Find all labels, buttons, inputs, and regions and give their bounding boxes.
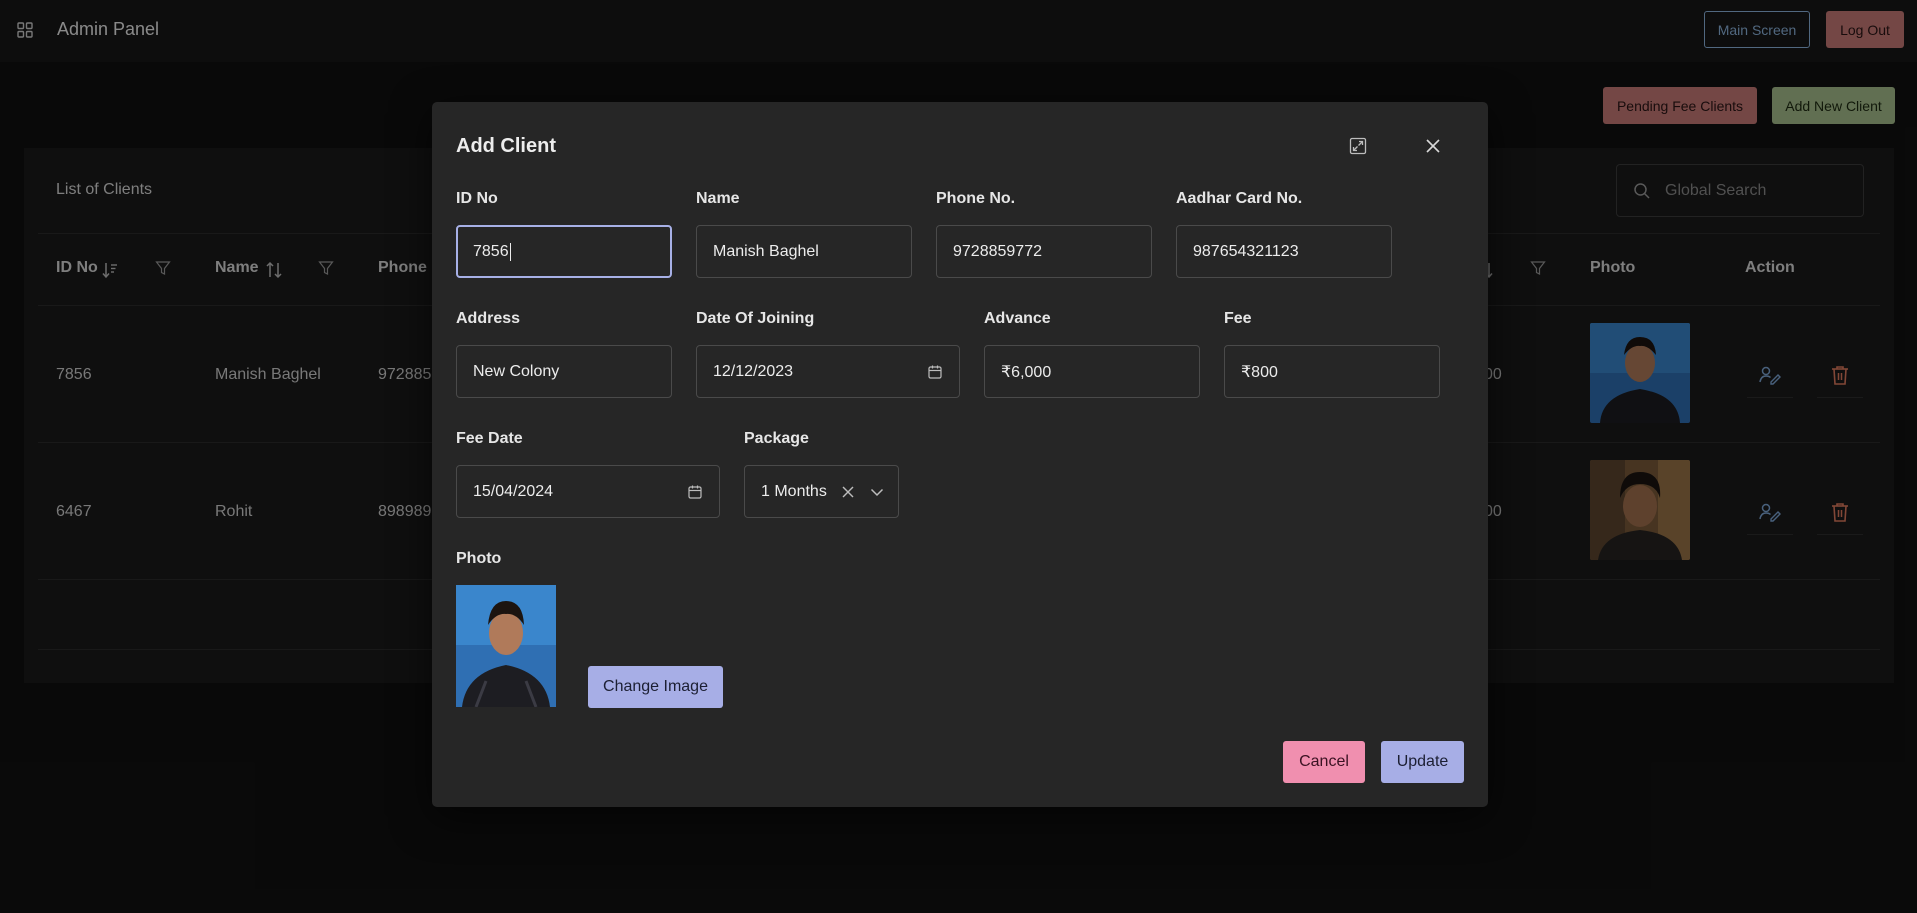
fee-input[interactable]: ₹800 <box>1224 345 1440 398</box>
calendar-icon[interactable] <box>687 484 703 500</box>
text-caret <box>509 242 511 261</box>
fee-date-input[interactable]: 15/04/2024 <box>456 465 720 518</box>
package-label: Package <box>744 430 809 447</box>
id-input[interactable]: 7856 <box>456 225 672 278</box>
fee-date-label: Fee Date <box>456 430 523 447</box>
update-button[interactable]: Update <box>1381 741 1464 783</box>
advance-label: Advance <box>984 310 1051 327</box>
aadhar-label: Aadhar Card No. <box>1176 190 1303 207</box>
photo-label: Photo <box>456 550 502 567</box>
address-label: Address <box>456 310 521 327</box>
name-label: Name <box>696 190 740 207</box>
address-input[interactable]: New Colony <box>456 345 672 398</box>
calendar-icon[interactable] <box>927 364 943 380</box>
name-input[interactable]: Manish Baghel <box>696 225 912 278</box>
advance-input[interactable]: ₹6,000 <box>984 345 1200 398</box>
fee-label: Fee <box>1224 310 1252 327</box>
doj-label: Date Of Joining <box>696 310 815 327</box>
close-icon[interactable] <box>1424 137 1442 155</box>
chevron-down-icon[interactable] <box>869 484 885 500</box>
dialog-title: Add Client <box>456 135 556 157</box>
phone-label: Phone No. <box>936 190 1016 207</box>
id-label: ID No <box>456 190 498 207</box>
aadhar-input[interactable]: 987654321123 <box>1176 225 1392 278</box>
cancel-button[interactable]: Cancel <box>1283 741 1365 783</box>
client-photo-preview <box>456 585 556 707</box>
date-of-joining-input[interactable]: 12/12/2023 <box>696 345 960 398</box>
add-client-dialog: Add Client ID No Name Phone No. Aadhar C… <box>432 102 1488 807</box>
expand-icon[interactable] <box>1349 137 1367 155</box>
change-image-button[interactable]: Change Image <box>588 666 723 708</box>
phone-input[interactable]: 9728859772 <box>936 225 1152 278</box>
clear-icon[interactable] <box>840 484 856 500</box>
